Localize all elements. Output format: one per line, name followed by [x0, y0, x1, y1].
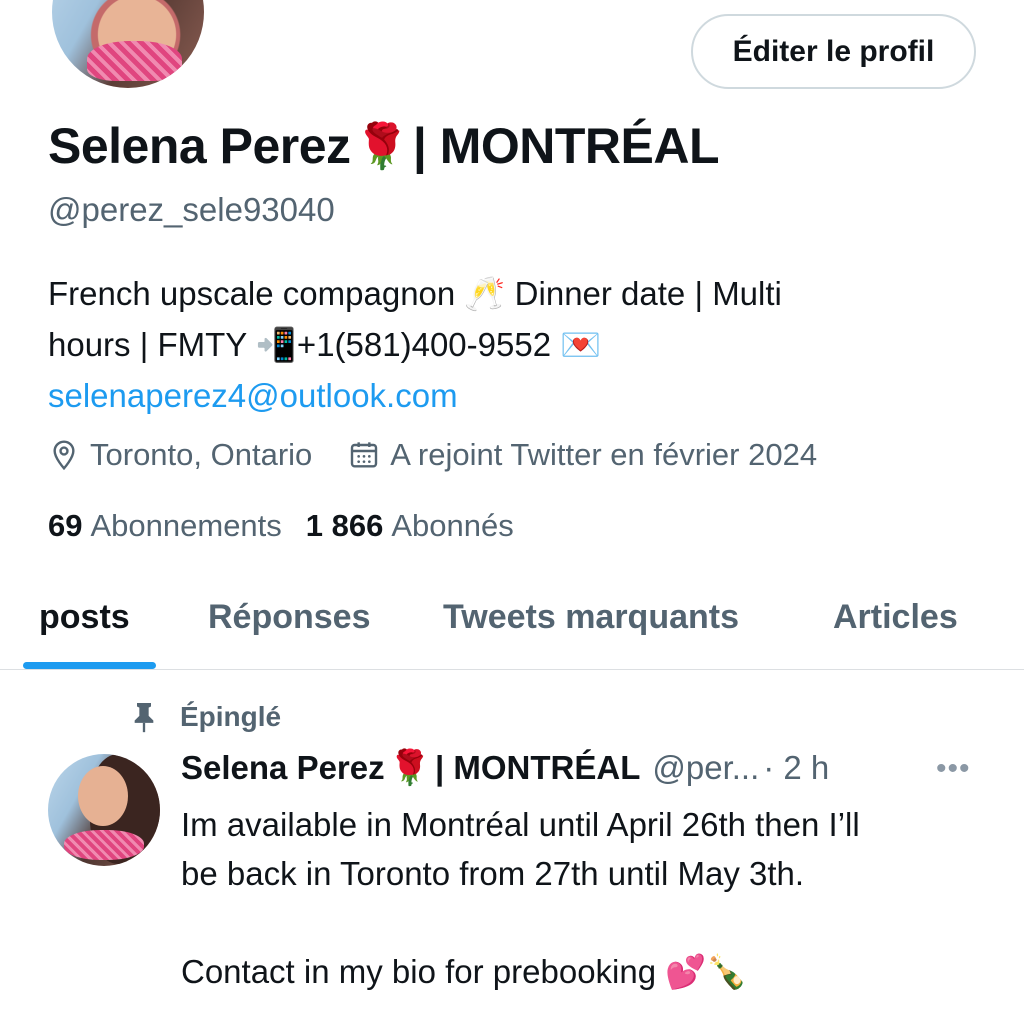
- joined-text: A rejoint Twitter en février 2024: [390, 437, 818, 472]
- tweet-author-suffix: | MONTRÉAL: [434, 749, 641, 786]
- followers-count: 1 866: [305, 508, 384, 543]
- display-name-text: Selena Perez: [48, 118, 351, 174]
- following-stat[interactable]: 69 Abonnements: [48, 508, 282, 544]
- bio-line-2: hours | FMTY 📲+1(581)400-9552 💌: [48, 326, 602, 363]
- active-tab-indicator: [23, 662, 156, 669]
- following-count: 69: [48, 508, 83, 543]
- following-label: Abonnements: [90, 508, 282, 543]
- more-options-icon[interactable]: •••: [936, 752, 971, 786]
- tweet-text: Im available in Montréal until April 26t…: [181, 806, 860, 990]
- display-name: Selena Perez 🌹 | MONTRÉAL: [48, 117, 720, 175]
- joined-item: A rejoint Twitter en février 2024: [348, 437, 817, 473]
- profile-page: Éditer le profil Selena Perez 🌹 | MONTRÉ…: [0, 0, 1024, 1024]
- followers-stat[interactable]: 1 866 Abonnés: [306, 508, 514, 544]
- edit-profile-button[interactable]: Éditer le profil: [691, 14, 976, 89]
- pinned-label: Épinglé: [180, 701, 282, 732]
- avatar-clothing: [87, 41, 182, 81]
- tweet-author-name[interactable]: Selena Perez 🌹 | MONTRÉAL: [181, 748, 640, 788]
- location-pin-icon: [53, 440, 75, 471]
- tweet-author-avatar[interactable]: [48, 754, 160, 866]
- profile-avatar[interactable]: [48, 0, 208, 92]
- rose-emoji: 🌹: [354, 122, 410, 171]
- followers-label: Abonnés: [391, 508, 514, 543]
- profile-meta: Toronto, Ontario A rejoint Twitter en fé…: [48, 437, 853, 473]
- tweet-author-name-text: Selena Perez: [181, 749, 385, 786]
- tab-highlights[interactable]: Tweets marquants: [443, 598, 739, 637]
- profile-bio: French upscale compagnon 🥂 Dinner date |…: [48, 268, 948, 421]
- location-text: Toronto, Ontario: [90, 437, 313, 472]
- avatar-clothing: [64, 830, 144, 860]
- rose-emoji: 🌹: [388, 749, 431, 787]
- tweet-author-handle[interactable]: @per...: [652, 749, 759, 787]
- tab-replies[interactable]: Réponses: [208, 598, 371, 637]
- tab-articles[interactable]: Articles: [833, 598, 958, 637]
- tweet-timestamp[interactable]: · 2 h: [763, 749, 829, 787]
- bio-email-link[interactable]: selenaperez4@outlook.com: [48, 370, 948, 421]
- bio-line-1: French upscale compagnon 🥂 Dinner date |…: [48, 275, 782, 312]
- calendar-icon: [351, 442, 378, 468]
- tweet-header: Selena Perez 🌹 | MONTRÉAL @per... · 2 h: [181, 748, 981, 788]
- pinned-indicator: Épinglé: [130, 700, 281, 734]
- display-name-suffix: | MONTRÉAL: [412, 118, 720, 174]
- pin-icon: [134, 703, 154, 733]
- profile-handle: @perez_sele93040: [48, 191, 335, 228]
- profile-tabs: posts Réponses Tweets marquants Articles: [0, 578, 1024, 670]
- location-item: Toronto, Ontario: [48, 437, 312, 473]
- avatar-face: [78, 766, 128, 826]
- tab-posts[interactable]: posts: [39, 598, 130, 637]
- follow-stats: 69 Abonnements 1 866 Abonnés: [48, 508, 538, 544]
